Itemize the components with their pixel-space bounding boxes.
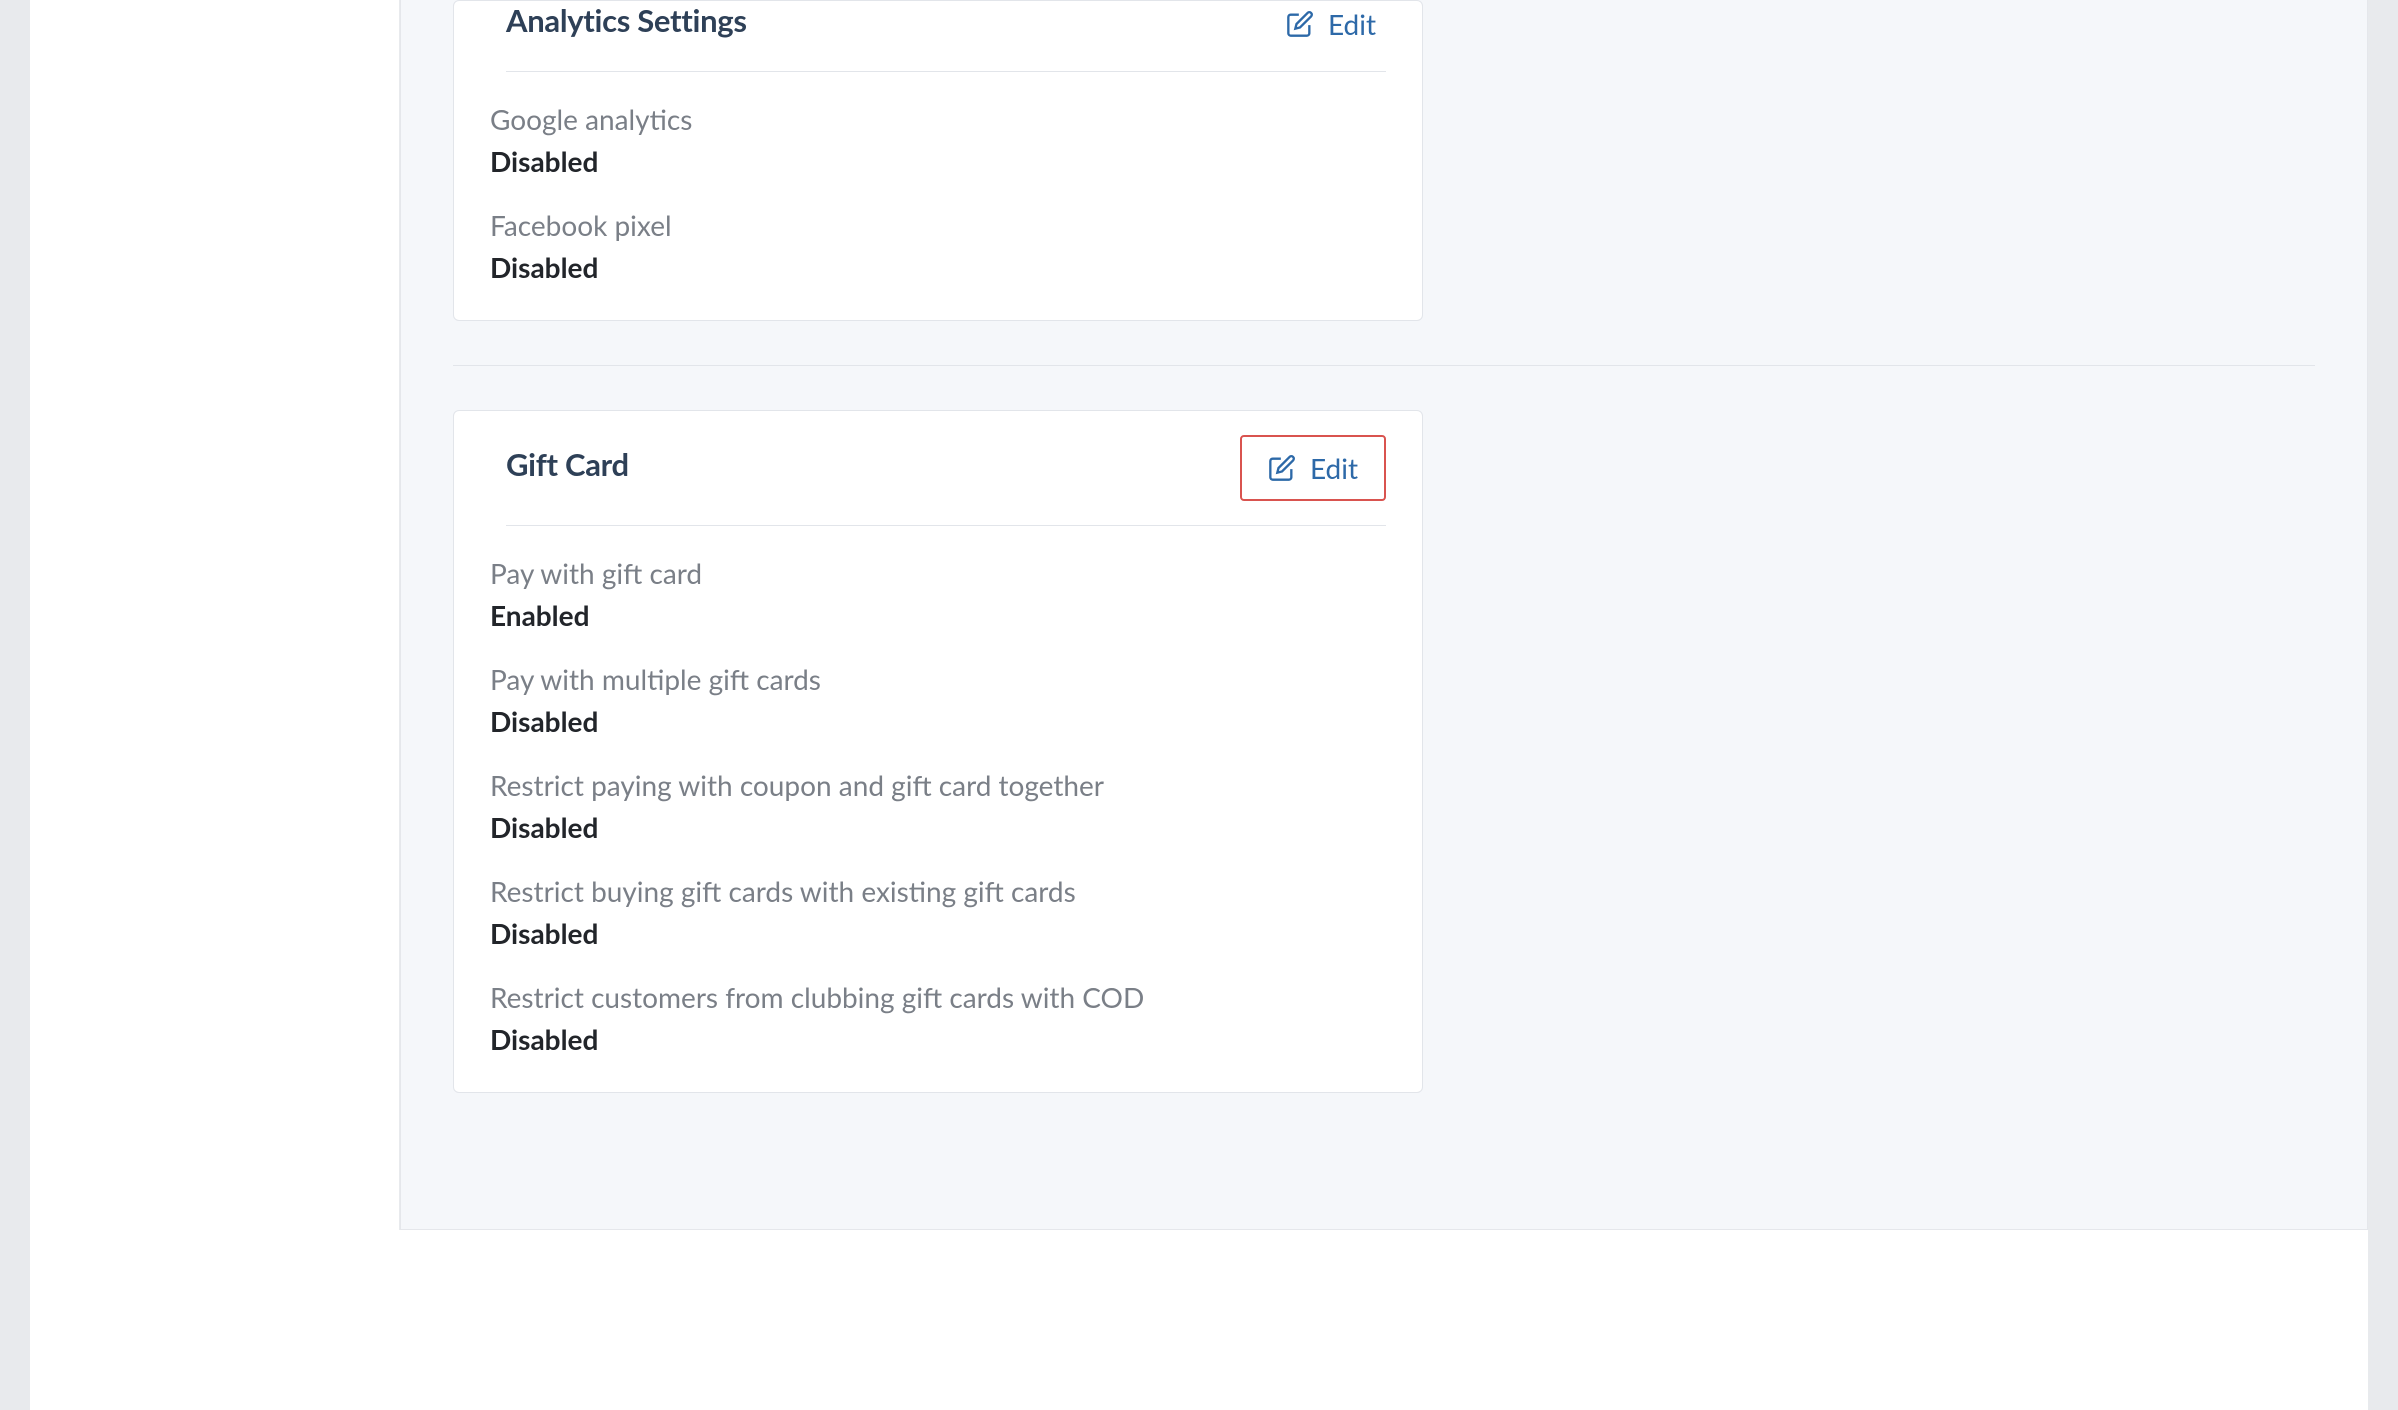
setting-row: Facebook pixel Disabled [490,208,1386,284]
gift-card-header: Gift Card Edit [506,445,1386,526]
edit-label: Edit [1328,7,1376,41]
edit-icon [1268,454,1296,482]
page-row: Analytics Settings Edit Google analytics… [30,0,2368,1230]
setting-row: Pay with gift card Enabled [490,556,1386,632]
setting-label: Google analytics [490,102,1386,136]
setting-label: Pay with multiple gift cards [490,662,1386,696]
setting-label: Restrict paying with coupon and gift car… [490,768,1386,802]
edit-icon [1286,10,1314,38]
setting-row: Restrict customers from clubbing gift ca… [490,980,1386,1056]
analytics-settings-card: Analytics Settings Edit Google analytics… [453,0,1423,321]
setting-value: Disabled [490,810,1386,844]
gift-card-title: Gift Card [506,445,629,483]
setting-label: Restrict customers from clubbing gift ca… [490,980,1386,1014]
footer-spacer [30,1230,2368,1410]
setting-row: Restrict paying with coupon and gift car… [490,768,1386,844]
gift-card-edit-button[interactable]: Edit [1240,435,1386,501]
analytics-edit-button[interactable]: Edit [1276,1,1386,47]
page-frame: Analytics Settings Edit Google analytics… [30,0,2368,1410]
setting-value: Disabled [490,916,1386,950]
setting-value: Disabled [490,250,1386,284]
analytics-card-title: Analytics Settings [506,1,747,39]
setting-value: Disabled [490,1022,1386,1056]
sidebar-placeholder [30,0,400,1230]
edit-label: Edit [1310,451,1358,485]
setting-label: Facebook pixel [490,208,1386,242]
content-inner: Analytics Settings Edit Google analytics… [401,0,2367,1189]
setting-row: Pay with multiple gift cards Disabled [490,662,1386,738]
setting-value: Disabled [490,144,1386,178]
setting-value: Enabled [490,598,1386,632]
analytics-card-header: Analytics Settings Edit [506,1,1386,72]
setting-value: Disabled [490,704,1386,738]
section-divider [453,365,2315,366]
content-wrapper: Analytics Settings Edit Google analytics… [400,0,2368,1230]
gift-card-settings-card: Gift Card Edit Pay with gift card Enable… [453,410,1423,1093]
setting-label: Restrict buying gift cards with existing… [490,874,1386,908]
setting-row: Restrict buying gift cards with existing… [490,874,1386,950]
setting-label: Pay with gift card [490,556,1386,590]
setting-row: Google analytics Disabled [490,102,1386,178]
